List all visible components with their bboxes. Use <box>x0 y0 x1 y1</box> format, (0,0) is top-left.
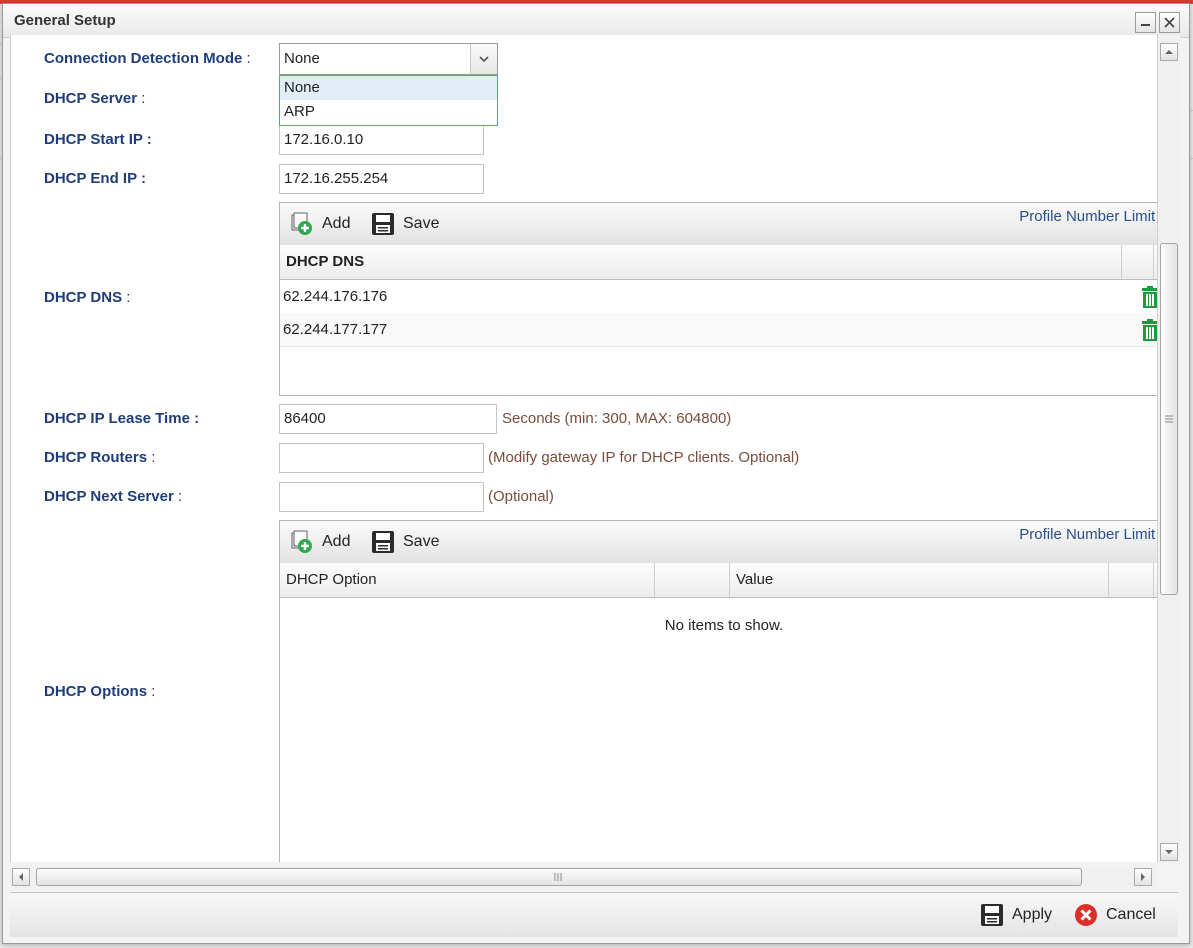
horizontal-scroll-thumb[interactable] <box>36 868 1082 886</box>
cancel-label: Cancel <box>1106 906 1156 923</box>
dhcp-lease-time-label: DHCP IP Lease Time : <box>44 410 200 427</box>
grip-icon <box>1165 415 1173 423</box>
options-grid-toolbar: Add Save Profile Number Limit : 1 <box>280 521 1158 564</box>
dhcp-routers-label: DHCP Routers : <box>44 449 156 466</box>
form-content: Connection Detection Mode : None None AR… <box>10 35 1158 862</box>
routers-hint: (Modify gateway IP for DHCP clients. Opt… <box>488 449 800 466</box>
arrow-right-icon <box>1141 873 1145 881</box>
dns-profile-limit: Profile Number Limit : 6 <box>1019 208 1158 225</box>
options-save-button[interactable]: Save <box>371 529 439 555</box>
next-server-hint: (Optional) <box>488 488 554 505</box>
dialog-footer: Apply Cancel <box>10 892 1178 937</box>
apply-button[interactable]: Apply <box>980 902 1052 928</box>
dhcp-server-label: DHCP Server : <box>44 90 146 107</box>
table-row[interactable]: 62.244.176.176 <box>280 280 1158 314</box>
grip-icon <box>554 873 562 881</box>
connection-detection-mode-select[interactable]: None <box>279 43 498 75</box>
options-grid-header: DHCP Option Value <box>280 563 1158 598</box>
close-icon <box>1164 17 1175 28</box>
options-add-label: Add <box>322 533 351 550</box>
option-column-header[interactable]: DHCP Option <box>280 563 655 597</box>
dhcp-dns-label: DHCP DNS : <box>44 289 131 306</box>
dhcp-options-label: DHCP Options : <box>44 683 156 700</box>
minimize-button[interactable] <box>1135 12 1156 33</box>
options-action-column-header <box>1109 563 1154 597</box>
connection-detection-mode-label: Connection Detection Mode : <box>44 50 251 67</box>
options-profile-limit: Profile Number Limit : 1 <box>1019 526 1158 543</box>
table-row[interactable]: 62.244.177.177 <box>280 313 1158 347</box>
dns-grid-header: DHCP DNS <box>280 245 1158 280</box>
dhcp-routers-input[interactable] <box>279 443 484 473</box>
lease-time-hint: Seconds (min: 300, MAX: 604800) <box>502 410 732 427</box>
arrow-up-icon <box>1165 50 1173 54</box>
dhcp-start-ip-label: DHCP Start IP : <box>44 131 152 148</box>
dhcp-next-server-label: DHCP Next Server : <box>44 488 183 505</box>
vertical-scroll-thumb[interactable] <box>1160 243 1178 595</box>
scroll-right-button[interactable] <box>1134 868 1152 886</box>
scroll-left-button[interactable] <box>12 868 30 886</box>
dhcp-end-ip-input[interactable]: 172.16.255.254 <box>279 164 484 194</box>
trash-icon[interactable] <box>1140 286 1158 308</box>
dhcp-next-server-input[interactable] <box>279 482 484 512</box>
chevron-down-icon <box>479 56 489 63</box>
dns-value: 62.244.176.176 <box>283 288 388 305</box>
arrow-left-icon <box>19 873 23 881</box>
add-icon <box>291 212 312 235</box>
dns-grid-toolbar: Add Save Profile Number Limit : 6 <box>280 203 1158 246</box>
save-icon <box>372 213 394 235</box>
close-button[interactable] <box>1159 12 1180 33</box>
connection-detection-mode-options: None ARP <box>279 75 498 126</box>
value-column-header[interactable]: Value <box>730 563 1109 597</box>
connection-detection-mode-value: None <box>284 50 320 67</box>
dialog-titlebar[interactable]: General Setup <box>3 4 1189 38</box>
horizontal-scrollbar[interactable] <box>10 866 1157 888</box>
dhcp-dns-grid: Add Save Profile Number Limit : 6 DHCP D… <box>279 202 1158 396</box>
empty-message: No items to show. <box>664 617 784 634</box>
vertical-scrollbar[interactable] <box>1157 35 1180 862</box>
cancel-button[interactable]: Cancel <box>1074 902 1156 928</box>
dhcp-end-ip-label: DHCP End IP : <box>44 170 146 187</box>
scroll-up-button[interactable] <box>1160 43 1178 61</box>
dns-value: 62.244.177.177 <box>283 321 388 338</box>
save-icon <box>372 531 394 553</box>
add-icon <box>291 530 312 553</box>
option-arp[interactable]: ARP <box>280 100 497 124</box>
save-icon <box>981 904 1003 926</box>
dns-save-button[interactable]: Save <box>371 211 439 237</box>
dialog-title: General Setup <box>14 12 116 29</box>
dhcp-lease-time-input[interactable]: 86400 <box>279 404 497 434</box>
option-spacer-column-header <box>655 563 730 597</box>
dns-add-label: Add <box>322 215 351 232</box>
scroll-down-button[interactable] <box>1160 843 1178 861</box>
apply-label: Apply <box>1012 906 1053 923</box>
minimize-icon <box>1141 24 1150 26</box>
dns-column-header[interactable]: DHCP DNS <box>280 245 1122 279</box>
cancel-icon <box>1075 904 1097 926</box>
dropdown-toggle[interactable] <box>470 44 497 74</box>
dns-add-button[interactable]: Add <box>290 211 350 237</box>
options-save-label: Save <box>403 533 440 550</box>
options-add-button[interactable]: Add <box>290 529 350 555</box>
dns-save-label: Save <box>403 215 440 232</box>
option-none[interactable]: None <box>280 76 497 100</box>
trash-icon[interactable] <box>1140 319 1158 341</box>
dhcp-start-ip-input[interactable]: 172.16.0.10 <box>279 125 484 155</box>
arrow-down-icon <box>1165 850 1173 854</box>
dhcp-options-grid: Add Save Profile Number Limit : 1 DHCP O… <box>279 520 1158 862</box>
dns-action-column-header <box>1122 245 1154 279</box>
